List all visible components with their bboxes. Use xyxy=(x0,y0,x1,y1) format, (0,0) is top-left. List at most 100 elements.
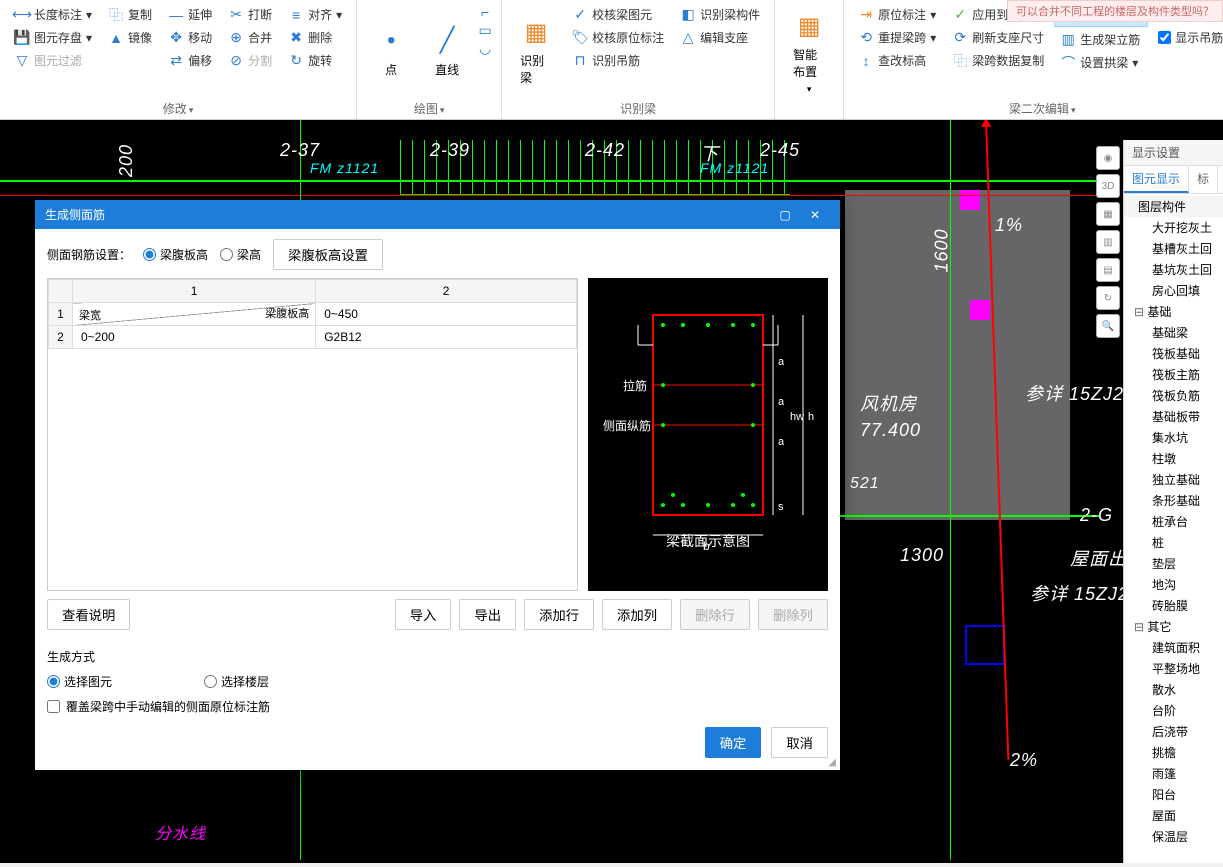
length-dim-button[interactable]: ⟷长度标注 ▾ xyxy=(8,4,98,25)
edit-support-button[interactable]: △编辑支座 xyxy=(674,27,766,48)
split-button[interactable]: ⊘分割 xyxy=(222,50,278,71)
del-col-button[interactable]: 删除列 xyxy=(758,599,828,630)
import-button[interactable]: 导入 xyxy=(395,599,452,630)
refresh-support-button[interactable]: ⟳刷新支座尺寸 xyxy=(946,27,1050,48)
insitu-dim-button[interactable]: ⇥原位标注 ▾ xyxy=(852,4,942,25)
gen-erect-rebar-button[interactable]: ▥生成架立筋 xyxy=(1054,29,1148,50)
tree-item[interactable]: 阳台 xyxy=(1124,784,1223,805)
tree-item[interactable]: 基坑灰土回 xyxy=(1124,259,1223,280)
tree-item[interactable]: 柱墩 xyxy=(1124,448,1223,469)
radio-beam-height[interactable]: 梁高 xyxy=(220,246,261,263)
ok-button[interactable]: 确定 xyxy=(705,727,762,758)
tree-item[interactable]: 地沟 xyxy=(1124,574,1223,595)
tree-item[interactable]: 基槽灰土回 xyxy=(1124,238,1223,259)
check-elev-button[interactable]: ↕查改标高 xyxy=(852,50,942,71)
tree-item[interactable]: 筏板负筋 xyxy=(1124,385,1223,406)
filter-elem-button[interactable]: ▽图元过滤 xyxy=(8,50,98,71)
tree-item[interactable]: 桩 xyxy=(1124,532,1223,553)
tree-group-other[interactable]: 其它 xyxy=(1124,616,1223,637)
smart-layout-button[interactable]: ▦智能布置▾ xyxy=(783,4,835,101)
view-rotate-button[interactable]: ↻ xyxy=(1096,286,1120,310)
dialog-max-button[interactable]: ▢ xyxy=(770,208,800,222)
tree-item[interactable]: 雨篷 xyxy=(1124,763,1223,784)
hint-bar[interactable]: 可以合并不同工程的楼层及构件类型吗？ xyxy=(1007,0,1223,22)
radio-select-floor[interactable]: 选择楼层 xyxy=(204,673,269,690)
identify-member-button[interactable]: ◧识别梁构件 xyxy=(674,4,766,25)
tree-item[interactable]: 建筑面积 xyxy=(1124,637,1223,658)
merge-button[interactable]: ⊕合并 xyxy=(222,27,278,48)
line-button[interactable]: ╱直线 xyxy=(421,4,473,98)
copy-button[interactable]: ⿻复制 xyxy=(102,4,158,25)
export-button[interactable]: 导出 xyxy=(459,599,516,630)
tree-item[interactable]: 散水 xyxy=(1124,679,1223,700)
show-hanger-button[interactable]: 显示吊筋 xyxy=(1152,27,1223,48)
tab-label[interactable]: 标 xyxy=(1189,166,1218,193)
view-3d-button[interactable]: 3D xyxy=(1096,174,1120,198)
tree-item[interactable]: 砖胎膜 xyxy=(1124,595,1223,616)
web-height-setting-button[interactable]: 梁腹板高设置 xyxy=(273,239,383,270)
delete-button[interactable]: ✖删除 xyxy=(282,27,348,48)
view-side-button[interactable]: ▤ xyxy=(1096,258,1120,282)
relift-span-button[interactable]: ⟲重提梁跨 ▾ xyxy=(852,27,942,48)
rebar-table[interactable]: 1 2 1 梁腹板高梁宽 0~450 2 0~200 G2B12 xyxy=(47,278,578,591)
identify-hanger-button[interactable]: ⊓识别吊筋 xyxy=(566,50,670,71)
tree-item[interactable]: 筏板基础 xyxy=(1124,343,1223,364)
tree-item[interactable]: 屋面 xyxy=(1124,805,1223,826)
tree-item[interactable]: 桩承台 xyxy=(1124,511,1223,532)
tree-item[interactable]: 大开挖灰土 xyxy=(1124,217,1223,238)
cell-1-2[interactable]: 0~450 xyxy=(316,303,577,326)
copy-span-data-button[interactable]: ⿻梁跨数据复制 xyxy=(946,50,1050,71)
view-front-button[interactable]: ▥ xyxy=(1096,230,1120,254)
tree-item[interactable]: 基础板带 xyxy=(1124,406,1223,427)
resize-grip[interactable]: ◢ xyxy=(828,760,836,766)
show-hanger-checkbox[interactable] xyxy=(1158,31,1171,44)
tree-item[interactable]: 集水坑 xyxy=(1124,427,1223,448)
break-button[interactable]: ✂打断 xyxy=(222,4,278,25)
tree-item[interactable]: 台阶 xyxy=(1124,700,1223,721)
tree-item[interactable]: 平整场地 xyxy=(1124,658,1223,679)
tab-element-display[interactable]: 图元显示 xyxy=(1124,166,1189,193)
check-insitu-button[interactable]: 🏷校核原位标注 xyxy=(566,27,670,48)
set-arch-beam-button[interactable]: ⌒设置拱梁 ▾ xyxy=(1054,52,1148,73)
extend-button[interactable]: —延伸 xyxy=(162,4,218,25)
tree-item[interactable]: 独立基础 xyxy=(1124,469,1223,490)
tree-item[interactable]: 基础梁 xyxy=(1124,322,1223,343)
mirror-button[interactable]: ▲镜像 xyxy=(102,27,158,48)
add-col-button[interactable]: 添加列 xyxy=(602,599,672,630)
tree-item[interactable]: 后浇带 xyxy=(1124,721,1223,742)
grid-label: 2-39 xyxy=(430,140,470,161)
point-button[interactable]: •点 xyxy=(365,4,417,98)
move-button[interactable]: ✥移动 xyxy=(162,27,218,48)
save-elem-button[interactable]: 💾图元存盘 ▾ xyxy=(8,27,98,48)
identify-beam-button[interactable]: ▦识别梁 xyxy=(510,4,562,98)
tree-item[interactable]: 保温层 xyxy=(1124,826,1223,847)
tree-group-foundation[interactable]: 基础 xyxy=(1124,301,1223,322)
tree-item[interactable]: 挑檐 xyxy=(1124,742,1223,763)
dialog-close-button[interactable]: ✕ xyxy=(800,208,830,222)
tree-item[interactable]: 筏板主筋 xyxy=(1124,364,1223,385)
overwrite-checkbox[interactable]: 覆盖梁跨中手动编辑的侧面原位标注筋 xyxy=(47,698,828,715)
del-row-button[interactable]: 删除行 xyxy=(680,599,750,630)
view-top-button[interactable]: ▦ xyxy=(1096,202,1120,226)
view-notes-button[interactable]: 查看说明 xyxy=(47,599,130,630)
dialog-titlebar[interactable]: 生成侧面筋 ▢ ✕ xyxy=(35,200,840,229)
rotate-button[interactable]: ↻旋转 xyxy=(282,50,348,71)
arc-icon[interactable]: ◡ xyxy=(477,40,493,56)
view-zoom-button[interactable]: 🔍 xyxy=(1096,314,1120,338)
add-row-button[interactable]: 添加行 xyxy=(524,599,594,630)
offset-button[interactable]: ⇄偏移 xyxy=(162,50,218,71)
tree-item[interactable]: 条形基础 xyxy=(1124,490,1223,511)
polyline-icon[interactable]: ⌐ xyxy=(477,4,493,20)
radio-web-height[interactable]: 梁腹板高 xyxy=(143,246,208,263)
cell-2-1[interactable]: 0~200 xyxy=(73,326,316,349)
align-button[interactable]: ≡对齐 ▾ xyxy=(282,4,348,25)
tree-item[interactable]: 垫层 xyxy=(1124,553,1223,574)
check-beam-elem-button[interactable]: ✓校核梁图元 xyxy=(566,4,670,25)
rect-icon[interactable]: ▭ xyxy=(477,22,493,38)
cancel-button[interactable]: 取消 xyxy=(771,727,828,758)
layer-tree[interactable]: 图层构件 大开挖灰土 基槽灰土回 基坑灰土回 房心回填 基础 基础梁 筏板基础 … xyxy=(1124,194,1223,867)
tree-item[interactable]: 房心回填 xyxy=(1124,280,1223,301)
radio-select-elem[interactable]: 选择图元 xyxy=(47,673,112,690)
cell-2-2[interactable]: G2B12 xyxy=(316,326,577,349)
view-globe-button[interactable]: ◉ xyxy=(1096,146,1120,170)
